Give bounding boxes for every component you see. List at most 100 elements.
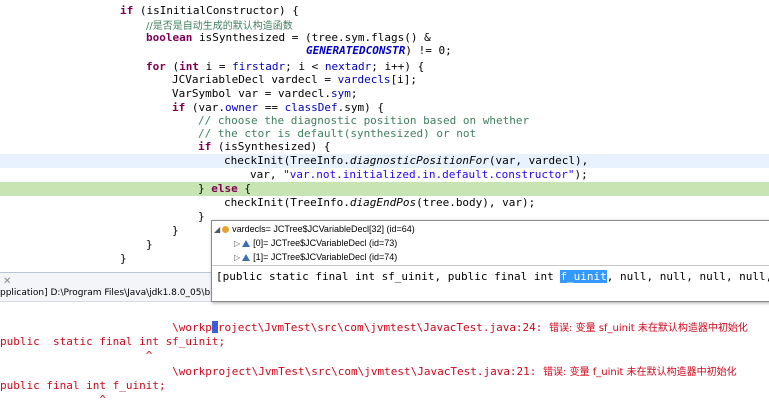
code-token: GENERATEDCONSTR (306, 44, 406, 57)
console-line: public static final int sf_uinit; (0, 335, 225, 349)
code-token: vardecls (337, 73, 391, 86)
tree-item-label: [0]= JCTree$JCVariableDecl (id=73) (253, 238, 398, 248)
code-line[interactable]: checkInit(TreeInfo.diagEndPos(tree.body)… (224, 196, 535, 210)
code-line[interactable]: checkInit(TreeInfo.diagnosticPositionFor… (224, 154, 588, 168)
console-text: public static final int sf_uinit; (0, 335, 226, 348)
console-text: ^ (0, 393, 106, 406)
console-text: roject\JvmTest\src\com\jvmtest\JavacTest… (217, 321, 550, 334)
code-line[interactable]: if (var.owner == classDef.sym) { (172, 101, 384, 115)
detail-text[interactable]: [public static final int sf_uinit, publi… (216, 270, 769, 284)
code-token: for (146, 60, 166, 73)
code-token: diagnosticPositionFor (349, 154, 489, 167)
code-line[interactable]: // the ctor is default(synthesized) or n… (198, 127, 476, 141)
code-token: firstadr (232, 60, 286, 73)
detail-text-after: , null, null, null, null, n (606, 270, 769, 283)
tree-root-label: vardecls= JCTree$JCVariableDecl[32] (id=… (232, 224, 415, 234)
code-token: if (172, 101, 186, 114)
code-token: (var. (185, 101, 225, 114)
code-token: } (172, 224, 179, 237)
code-token: { (237, 182, 251, 195)
code-token: } (120, 252, 127, 265)
code-token: boolean (146, 31, 193, 44)
code-token: == (258, 101, 285, 114)
console-line: \workp roject\JvmTest\src\com\jvmtest\Jav… (0, 321, 748, 335)
code-token: nextadr (324, 60, 372, 73)
code-token: .sym) { (337, 101, 384, 114)
console-text: \workp (0, 321, 212, 334)
code-token: ( (165, 60, 180, 73)
detail-pane[interactable]: [public static final int sf_uinit, publi… (212, 265, 769, 301)
code-token: (tree.body), var); (416, 196, 536, 209)
code-token: classDef (284, 101, 338, 114)
code-line[interactable]: GENERATEDCONSTR) != 0; (306, 44, 452, 58)
console-output[interactable]: \workp roject\JvmTest\src\com\jvmtest\Jav… (0, 301, 769, 413)
code-token: owner (225, 101, 259, 114)
tree-item-0[interactable]: ▷ [0]= JCTree$JCVariableDecl (id=73) (234, 236, 397, 250)
code-line[interactable]: } (172, 224, 179, 238)
code-token: i = (199, 60, 233, 73)
code-token: VarSymbol var = vardecl. (172, 87, 331, 100)
console-text: public final int f_uinit; (0, 379, 166, 392)
console-line: \workproject\JvmTest\src\com\jvmtest\Jav… (0, 365, 737, 379)
code-token: } (146, 238, 153, 251)
console-error-message: 错误: 变量 f_uinit 未在默认构造器中初始化 (543, 367, 737, 378)
code-token: int (179, 60, 199, 73)
code-line[interactable]: JCVariableDecl vardecl = vardecls[i]; (172, 73, 417, 87)
code-token: if (198, 140, 212, 153)
code-token: diagEndPos (349, 196, 417, 209)
code-token: checkInit(TreeInfo. (224, 154, 350, 167)
code-token: // the ctor is default(synthesized) or n… (198, 127, 477, 140)
code-token: ; i++) { (371, 60, 425, 73)
code-line[interactable]: for (int i = firstadr; i < nextadr; i++)… (146, 60, 424, 74)
code-line[interactable]: if (isSynthesized) { (198, 140, 330, 154)
array-element-icon (242, 253, 251, 261)
tree-root-vardecls[interactable]: ◢ vardecls= JCTree$JCVariableDecl[32] (id… (214, 222, 415, 236)
tree-item-1[interactable]: ▷ [1]= JCTree$JCVariableDecl (id=74) (234, 250, 397, 264)
code-line[interactable]: } (146, 238, 153, 252)
code-token: isSynthesized = (tree.sym.flags() & (192, 31, 431, 44)
code-line[interactable]: boolean isSynthesized = (tree.sym.flags(… (146, 31, 431, 45)
code-token: JCVariableDecl vardecl = (172, 73, 338, 86)
console-line: ^ (0, 393, 106, 407)
field-icon (222, 225, 230, 233)
code-line[interactable]: } (198, 210, 205, 224)
code-token: var, (250, 168, 284, 181)
code-token: ); (574, 168, 588, 181)
code-token: // choose the diagnostic position based … (198, 114, 530, 127)
collapse-arrow-icon[interactable]: ◢ (214, 225, 220, 234)
code-token: ; (350, 87, 358, 100)
variable-inspect-popup[interactable]: ◢ vardecls= JCTree$JCVariableDecl[32] (id… (211, 220, 769, 302)
code-token: checkInit(TreeInfo. (224, 196, 350, 209)
code-token: (var, vardecl), (488, 154, 589, 167)
code-token: [i]; (390, 73, 418, 86)
code-token: ; i < (285, 60, 325, 73)
code-token: sym (330, 87, 351, 100)
detail-selection: f_uinit (560, 270, 607, 283)
code-line[interactable]: if (isInitialConstructor) { (120, 4, 299, 18)
console-text: ^ (0, 349, 153, 362)
code-line[interactable]: var, "var.not.initialized.in.default.con… (250, 168, 588, 182)
code-line[interactable]: } (120, 252, 127, 266)
code-token: "var.not.initialized.in.default.construc… (283, 168, 575, 181)
console-text: \workproject\JvmTest\src\com\jvmtest\Jav… (0, 365, 544, 378)
code-token: ) != 0; (405, 44, 452, 57)
code-line[interactable]: // choose the diagnostic position based … (198, 114, 529, 128)
console-line: ^ (0, 349, 153, 363)
console-process-title: pplication] D:\Program Files\Java\jdk1.8… (0, 288, 222, 298)
console-error-message: 错误: 变量 sf_uinit 未在默认构造器中初始化 (549, 323, 748, 334)
expand-arrow-icon[interactable]: ▷ (234, 239, 240, 248)
tree-item-label: [1]= JCTree$JCVariableDecl (id=74) (253, 252, 398, 262)
console-line: public final int f_uinit; (0, 379, 166, 393)
code-token: } (198, 182, 212, 195)
code-line[interactable]: } else { (198, 182, 251, 196)
code-token: if (120, 4, 134, 17)
code-token: (isInitialConstructor) { (133, 4, 299, 17)
code-line[interactable]: VarSymbol var = vardecl.sym; (172, 87, 357, 101)
code-token: else (211, 182, 238, 195)
array-element-icon (242, 239, 251, 247)
variable-tree[interactable]: ◢ vardecls= JCTree$JCVariableDecl[32] (id… (212, 221, 769, 265)
code-token: } (198, 210, 205, 223)
expand-arrow-icon[interactable]: ▷ (234, 253, 240, 262)
execution-line-highlight (0, 182, 769, 196)
detail-text-before: [public static final int sf_uinit, publi… (216, 270, 561, 283)
